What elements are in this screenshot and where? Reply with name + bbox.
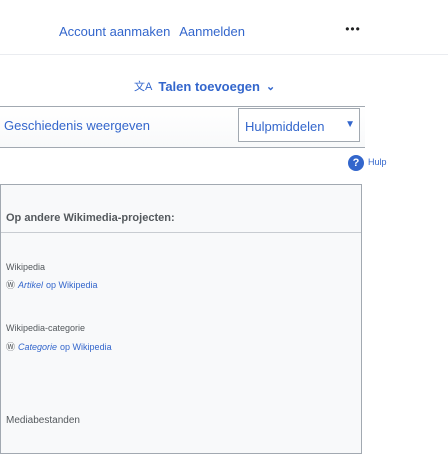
- translate-icon: 文A: [134, 81, 153, 93]
- category-link-suffix: op Wikipedia: [60, 341, 112, 352]
- login-link[interactable]: Aanmelden: [179, 24, 245, 39]
- tab-history[interactable]: Geschiedenis weergeven: [4, 118, 150, 133]
- help-icon[interactable]: ?: [348, 155, 364, 171]
- ellipsis-icon[interactable]: •••: [344, 22, 362, 36]
- article-link-suffix: op Wikipedia: [46, 279, 98, 290]
- user-links: Account aanmaken Aanmelden: [59, 24, 251, 39]
- wikipedia-section-label: Wikipedia: [6, 262, 46, 272]
- header-divider: [0, 54, 448, 55]
- panel-divider: [1, 232, 361, 233]
- article-link-text: Artikel: [18, 279, 44, 290]
- chevron-down-icon: ▼: [345, 119, 355, 130]
- wikipedia-category-link[interactable]: Ⓦ Categorie op Wikipedia: [6, 340, 112, 353]
- add-languages-label: Talen toevoegen: [158, 78, 260, 94]
- media-files-label: Mediabestanden: [6, 415, 80, 426]
- wikipedia-article-link[interactable]: Ⓦ Artikel op Wikipedia: [6, 278, 98, 291]
- other-projects-panel: [0, 184, 362, 454]
- create-account-link[interactable]: Account aanmaken: [59, 24, 170, 39]
- help-link[interactable]: Hulp: [368, 157, 387, 167]
- wikipedia-icon: Ⓦ: [6, 342, 16, 352]
- wikipedia-category-section-label: Wikipedia-categorie: [6, 323, 86, 333]
- wikipedia-icon: Ⓦ: [6, 280, 16, 290]
- panel-title: Op andere Wikimedia-projecten:: [6, 212, 175, 224]
- tools-dropdown-label: Hulpmiddelen: [245, 119, 325, 134]
- chevron-down-icon: ⌄: [265, 80, 276, 93]
- category-link-text: Categorie: [18, 341, 58, 352]
- add-languages-button[interactable]: 文A Talen toevoegen ⌄: [134, 78, 275, 94]
- tools-dropdown[interactable]: Hulpmiddelen ▼: [238, 108, 360, 142]
